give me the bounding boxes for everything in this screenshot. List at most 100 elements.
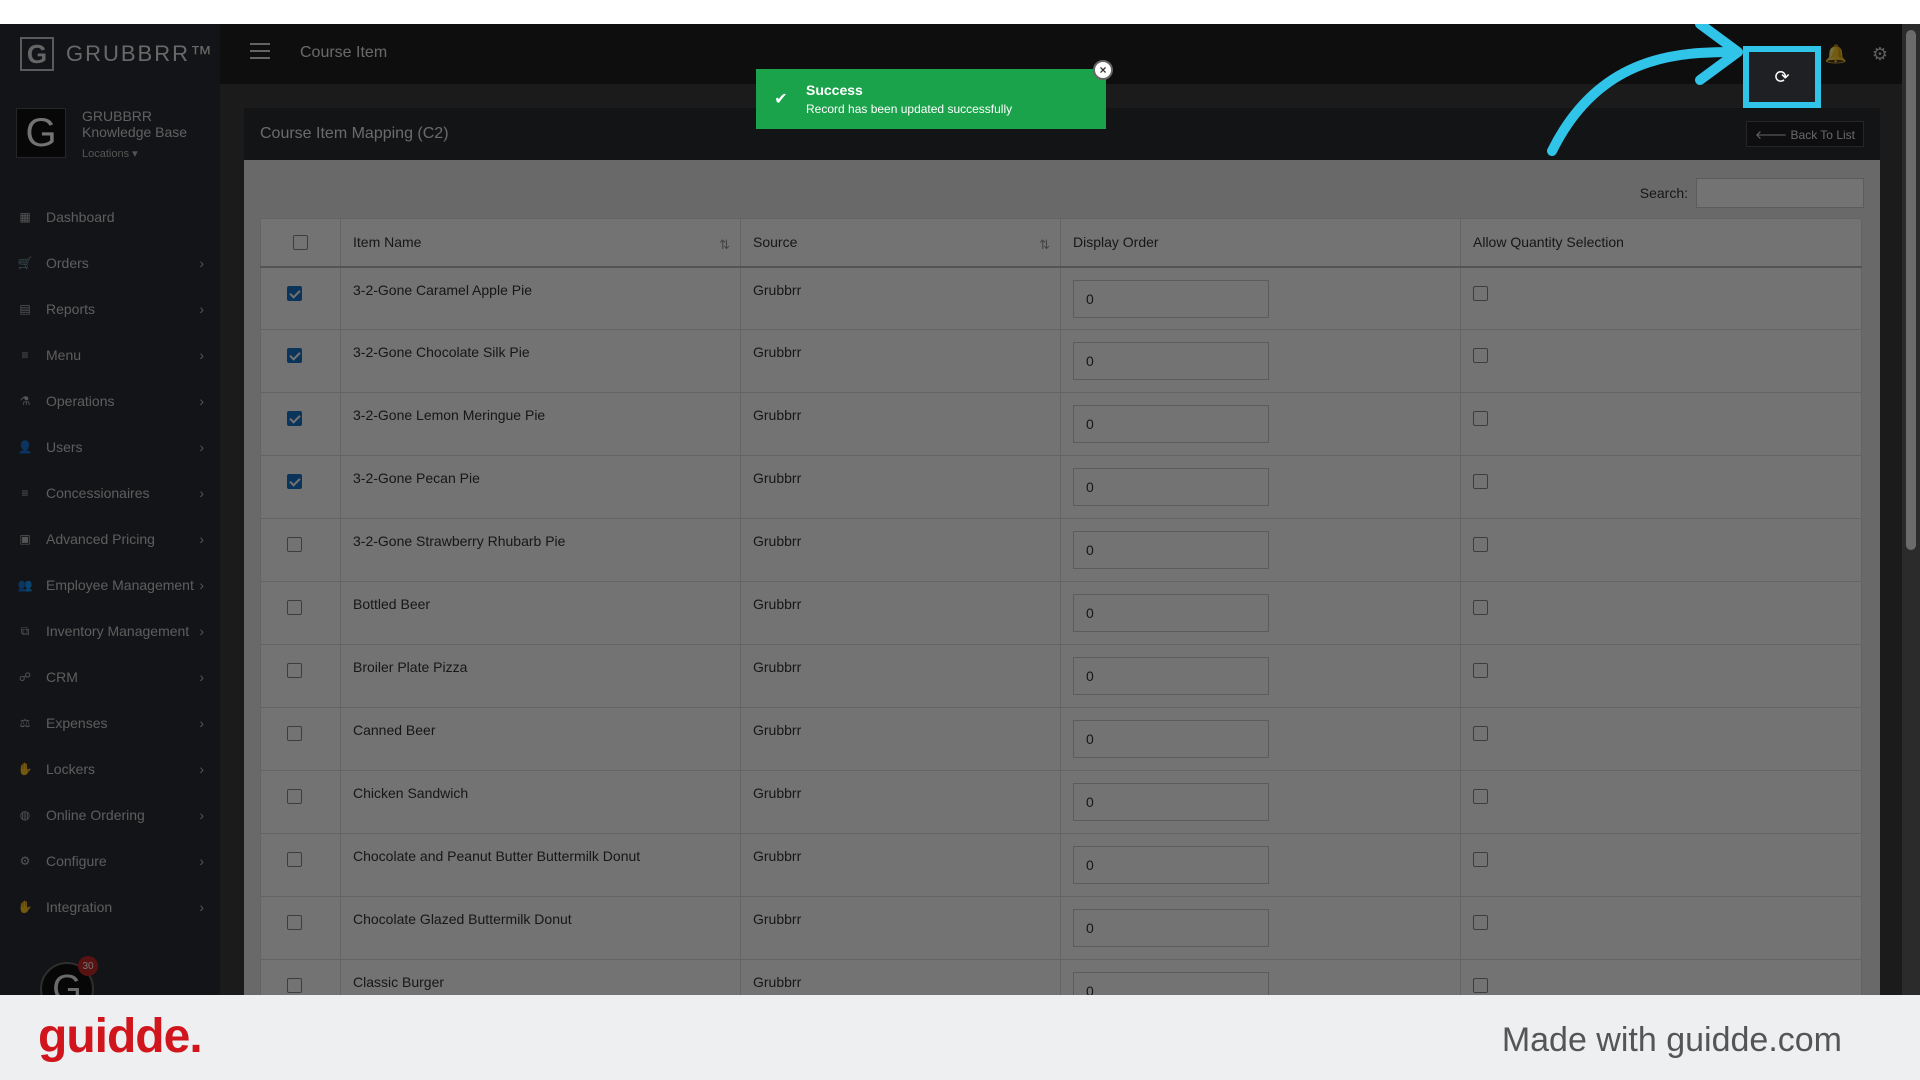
gear-icon[interactable]: ⚙ [1858, 24, 1902, 84]
display-order-input[interactable]: 0 [1073, 909, 1269, 947]
display-order-input[interactable]: 0 [1073, 657, 1269, 695]
row-select-checkbox[interactable] [287, 600, 302, 615]
select-all-checkbox[interactable] [293, 235, 308, 251]
row-select-checkbox[interactable] [287, 789, 302, 804]
sidebar-item-integration[interactable]: ✋ Integration › [0, 884, 220, 930]
chevron-right-icon: › [199, 623, 204, 639]
sidebar-item-online-ordering[interactable]: ◍ Online Ordering › [0, 792, 220, 838]
nav-item-label: Operations [46, 393, 115, 409]
display-order-input[interactable]: 0 [1073, 342, 1269, 380]
row-select-checkbox[interactable] [287, 726, 302, 741]
sidebar-item-orders[interactable]: 🛒 Orders › [0, 240, 220, 286]
allow-quantity-checkbox[interactable] [1473, 474, 1488, 489]
display-order-cell: 0 [1060, 833, 1461, 897]
display-order-input[interactable]: 0 [1073, 846, 1269, 884]
display-order-input[interactable]: 0 [1073, 783, 1269, 821]
allow-quantity-checkbox[interactable] [1473, 348, 1488, 363]
toast-close-icon[interactable]: × [1093, 60, 1113, 80]
item-name-cell: 3-2-Gone Strawberry Rhubarb Pie [340, 518, 741, 582]
display-order-input[interactable]: 0 [1073, 468, 1269, 506]
row-select-checkbox[interactable] [287, 285, 302, 301]
nav-item-label: Online Ordering [46, 807, 145, 823]
sidebar-item-operations[interactable]: ⚗ Operations › [0, 378, 220, 424]
sidebar-item-configure[interactable]: ⚙ Configure › [0, 838, 220, 884]
nav-item-label: Dashboard [46, 209, 115, 225]
chevron-right-icon: › [199, 807, 204, 823]
allow-quantity-checkbox[interactable] [1473, 852, 1488, 867]
allow-quantity-checkbox[interactable] [1473, 285, 1488, 301]
chevron-right-icon: › [199, 669, 204, 685]
scroll-thumb[interactable] [1906, 30, 1916, 550]
chevron-right-icon: › [199, 255, 204, 271]
nav-item-icon: 👥 [17, 578, 33, 592]
nav-item-label: Orders [46, 255, 89, 271]
sidebar-item-menu[interactable]: ≡ Menu › [0, 332, 220, 378]
back-to-list-button[interactable]: 🡐 Back To List [1746, 121, 1864, 147]
checkmark-icon: ✔ [774, 91, 788, 108]
row-select-cell [260, 896, 341, 960]
row-select-checkbox[interactable] [287, 978, 302, 993]
toast-title: Success [806, 82, 863, 98]
page-scrollbar[interactable] [1902, 24, 1920, 995]
sidebar-item-dashboard[interactable]: ▦ Dashboard [0, 194, 220, 240]
display-order-input[interactable]: 0 [1073, 531, 1269, 569]
column-item-name[interactable]: Item Name ⇅ [340, 218, 741, 268]
allow-quantity-checkbox[interactable] [1473, 537, 1488, 552]
row-select-checkbox[interactable] [287, 474, 302, 489]
row-select-checkbox[interactable] [287, 915, 302, 930]
sort-icon[interactable]: ⇅ [1039, 237, 1050, 253]
allow-quantity-checkbox[interactable] [1473, 978, 1488, 993]
row-select-checkbox[interactable] [287, 348, 302, 363]
column-allow-quantity: Allow Quantity Selection [1460, 218, 1862, 268]
item-name-cell: 3-2-Gone Chocolate Silk Pie [340, 329, 741, 393]
sidebar-item-reports[interactable]: ▤ Reports › [0, 286, 220, 332]
display-order-input[interactable]: 0 [1073, 972, 1269, 995]
display-order-input[interactable]: 0 [1073, 594, 1269, 632]
display-order-input[interactable]: 0 [1073, 405, 1269, 443]
row-select-cell [260, 518, 341, 582]
nav-item-icon: ☍ [18, 670, 32, 684]
search-input[interactable] [1696, 178, 1864, 208]
allow-quantity-cell [1460, 455, 1862, 519]
allow-quantity-checkbox[interactable] [1473, 663, 1488, 678]
nav-item-label: CRM [46, 669, 78, 685]
source-cell: Grubbrr [740, 770, 1061, 834]
item-name-cell: Chocolate Glazed Buttermilk Donut [340, 896, 741, 960]
item-name-cell: Canned Beer [340, 707, 741, 771]
allow-quantity-checkbox[interactable] [1473, 726, 1488, 741]
allow-quantity-checkbox[interactable] [1473, 915, 1488, 930]
source-cell: Grubbrr [740, 707, 1061, 771]
allow-quantity-checkbox[interactable] [1473, 600, 1488, 615]
nav-item-label: Users [46, 439, 83, 455]
locations-dropdown[interactable]: Locations ▾ [82, 146, 187, 162]
refresh-icon: ⟳ [1774, 66, 1790, 87]
sidebar-item-crm[interactable]: ☍ CRM › [0, 654, 220, 700]
nav-item-icon: ✋ [17, 900, 33, 914]
row-select-checkbox[interactable] [287, 663, 302, 678]
row-select-checkbox[interactable] [287, 852, 302, 867]
allow-quantity-checkbox[interactable] [1473, 411, 1488, 426]
brand[interactable]: G GRUBBRR™ [0, 24, 220, 84]
row-select-checkbox[interactable] [287, 537, 302, 552]
display-order-input[interactable]: 0 [1073, 720, 1269, 758]
sidebar-item-employee-management[interactable]: 👥 Employee Management › [0, 562, 220, 608]
sidebar-item-concessionaires[interactable]: ≡ Concessionaires › [0, 470, 220, 516]
column-item-name-label: Item Name [353, 234, 422, 251]
sidebar-item-advanced-pricing[interactable]: ▣ Advanced Pricing › [0, 516, 220, 562]
sort-icon[interactable]: ⇅ [719, 237, 730, 253]
sidebar-item-expenses[interactable]: ⚖ Expenses › [0, 700, 220, 746]
refresh-button[interactable]: ⟳ [1743, 46, 1821, 108]
column-source[interactable]: Source ⇅ [740, 218, 1061, 268]
row-select-checkbox[interactable] [287, 411, 302, 426]
allow-quantity-checkbox[interactable] [1473, 789, 1488, 804]
sidebar-item-inventory-management[interactable]: ⧉ Inventory Management › [0, 608, 220, 654]
sidebar-item-lockers[interactable]: ✋ Lockers › [0, 746, 220, 792]
allow-quantity-cell [1460, 518, 1862, 582]
display-order-input[interactable]: 0 [1073, 279, 1269, 318]
row-select-cell [260, 581, 341, 645]
course-item-table: Item Name ⇅ Source ⇅ Display Order Allow Q… [260, 218, 1862, 995]
hamburger-menu-icon[interactable] [250, 43, 270, 59]
sidebar-item-users[interactable]: 👤 Users › [0, 424, 220, 470]
select-all-header [260, 218, 341, 268]
sidebar: G GRUBBRR Knowledge Base Locations ▾ ▦ Da… [0, 84, 220, 995]
